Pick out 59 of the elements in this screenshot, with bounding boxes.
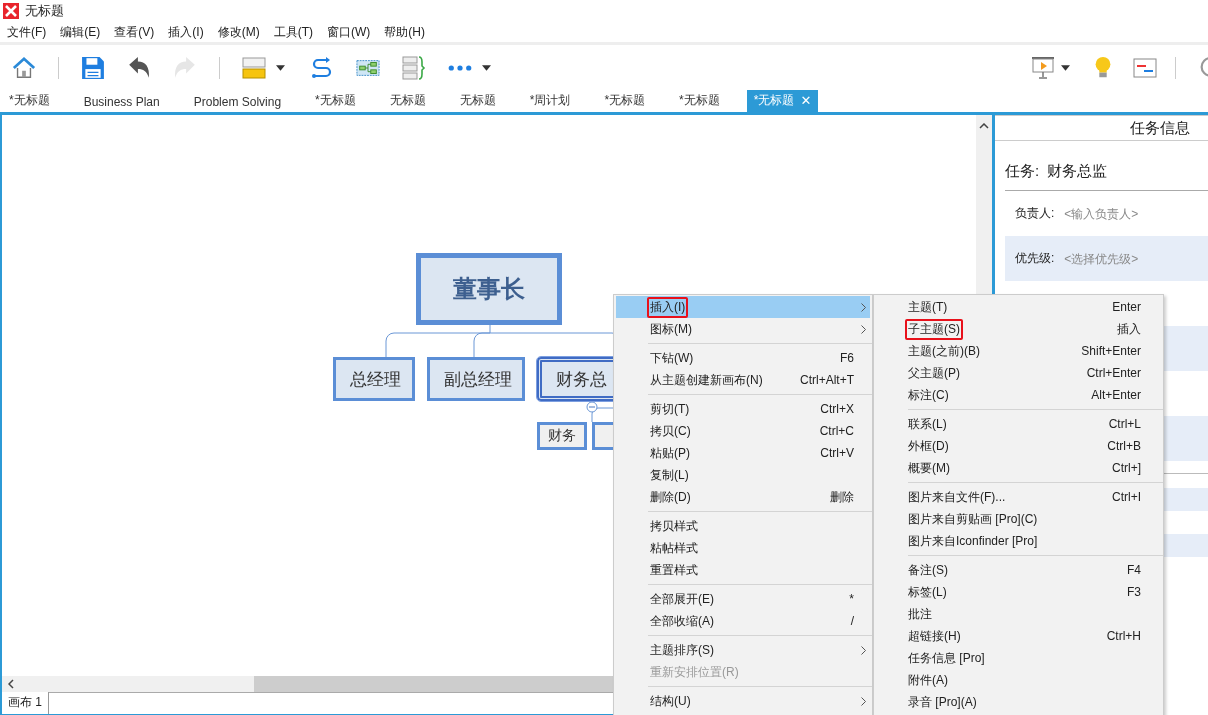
menu-item-label: 主题排序(S) (649, 641, 715, 659)
window-title: 无标题 (25, 2, 64, 20)
menu-item-label: 主题(之前)(B) (907, 342, 981, 360)
menu-item-label: 图片来自Iconfinder [Pro] (907, 532, 1039, 550)
shortcut-text: * (849, 592, 854, 606)
shortcut-text: Alt+Enter (1091, 388, 1141, 402)
menu-item-label: 插入(I) (647, 296, 689, 318)
menu-item-label: 删除(D) (649, 488, 692, 506)
menu-item-label: 超链接(H) (907, 627, 962, 645)
shortcut-text: 插入 (1117, 320, 1141, 338)
menu-item-label: 任务信息 [Pro] (907, 649, 986, 667)
shortcut-text: Ctrl+] (1112, 461, 1141, 475)
shortcut-text: F6 (840, 351, 854, 365)
menu-item-label: 批注 (907, 605, 933, 623)
field-label: 优先级: (1015, 250, 1055, 267)
menu-item-label: 剪切(T) (649, 400, 691, 418)
menu-item-label: 备注(S) (907, 561, 949, 579)
shortcut-text: Shift+Enter (1081, 344, 1141, 358)
shortcut-text: / (850, 614, 854, 628)
menu-item-label: 外框(D) (907, 437, 950, 455)
shortcut-text: Enter (1112, 300, 1141, 314)
shortcut-text: Ctrl+L (1108, 417, 1141, 431)
shortcut-text: Ctrl+V (820, 446, 854, 460)
task-label: 任务: (1005, 162, 1040, 181)
menu-item-label: 联系(L) (907, 415, 948, 433)
shortcut-text: Ctrl+Enter (1086, 366, 1141, 380)
menu-item-label: 全部收缩(A) (649, 612, 715, 630)
menu-item-label: 录音 [Pro](A) (907, 693, 978, 711)
shortcut-text: Ctrl+Alt+T (800, 373, 854, 387)
menu-item-label: 子主题(S) (905, 318, 963, 340)
shortcut-text: Ctrl+X (820, 402, 854, 416)
menu-item-label: 拷贝样式 (649, 517, 699, 535)
task-name: 财务总监 (1047, 162, 1108, 181)
menu-item-label: 概要(M) (907, 459, 951, 477)
menu-item-label: 标签(L) (907, 583, 948, 601)
menu-item-label: 重新安排位置(R) (649, 663, 740, 681)
menu-item-label: 图片来自文件(F)... (907, 488, 1007, 506)
menu-item-label: 拷贝(C) (649, 422, 692, 440)
menu-item-label: 标注(C) (907, 386, 950, 404)
shortcut-text: Ctrl+H (1106, 629, 1141, 643)
menu-item-label: 重置样式 (649, 561, 699, 579)
menu-item-label: 粘贴(P) (649, 444, 691, 462)
panel-title: 任务信息 (995, 115, 1208, 141)
shortcut-text: 删除 (830, 488, 854, 506)
menu-item-label: 主题(T) (907, 298, 949, 316)
menu-item-label: 粘帖样式 (649, 539, 699, 557)
menu-item-label: 父主题(P) (907, 364, 961, 382)
menu-item-label: 图标(M) (649, 320, 693, 338)
shortcut-text: F4 (1127, 563, 1141, 577)
field-label: 负责人: (1015, 205, 1055, 222)
shortcut-text: Ctrl+C (819, 424, 854, 438)
menu-item-label: 全部展开(E) (649, 590, 715, 608)
menu-item-label: 结构(U) (649, 692, 692, 710)
menu-item-label: 图片来自剪贴画 [Pro](C) (907, 510, 1039, 528)
shortcut-text: F3 (1127, 585, 1141, 599)
shortcut-text: Ctrl+B (1107, 439, 1141, 453)
menu-item-label: 附件(A) (907, 671, 949, 689)
shortcut-text: Ctrl+I (1112, 490, 1141, 504)
menu-item-label: 复制(L) (649, 466, 690, 484)
